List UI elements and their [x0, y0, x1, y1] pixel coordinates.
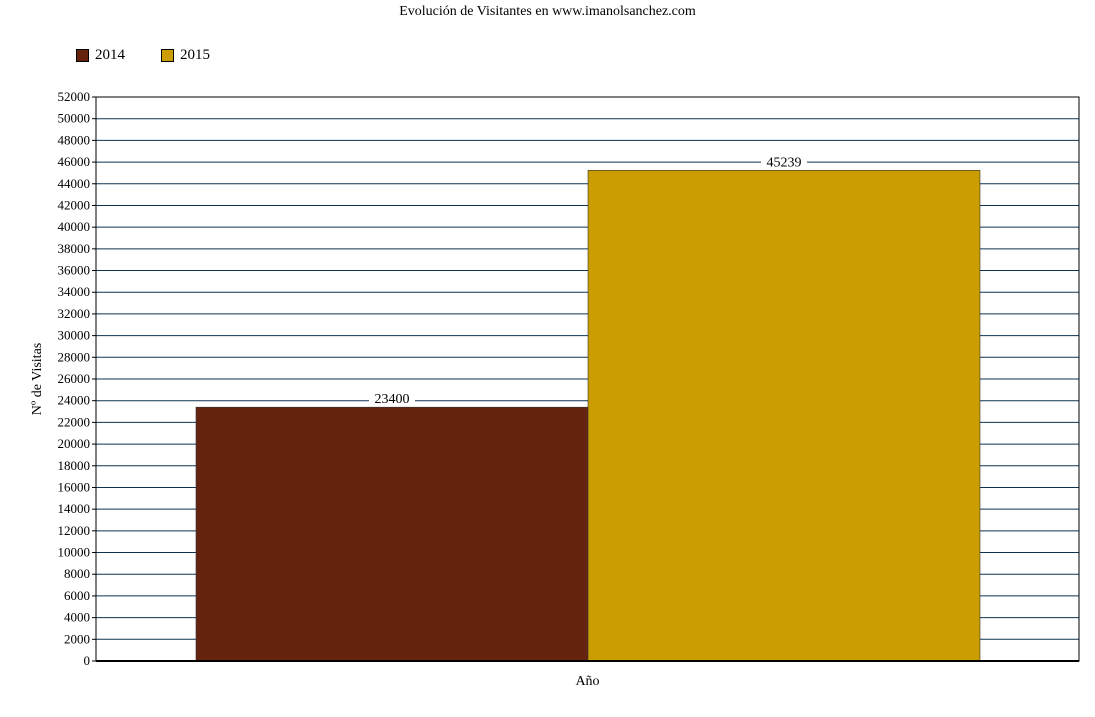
y-axis-label: Nº de Visitas — [30, 343, 45, 415]
y-tick-label: 44000 — [58, 176, 91, 191]
y-tick-label: 38000 — [58, 241, 91, 256]
y-tick-label: 48000 — [58, 132, 91, 147]
y-tick-label: 8000 — [64, 566, 90, 581]
y-tick-label: 4000 — [64, 610, 90, 625]
y-tick-label: 52000 — [58, 89, 91, 104]
y-tick-label: 2000 — [64, 631, 90, 646]
y-tick-label: 46000 — [58, 154, 91, 169]
y-tick-label: 26000 — [58, 371, 91, 386]
y-tick-label: 42000 — [58, 197, 91, 212]
y-tick-label: 14000 — [58, 501, 91, 516]
y-tick-label: 12000 — [58, 523, 91, 538]
bar-2015 — [587, 170, 981, 662]
bar-2014 — [195, 406, 589, 662]
y-tick-label: 10000 — [58, 545, 91, 560]
y-tick-label: 50000 — [58, 111, 91, 126]
data-label-2014: 23400 — [375, 392, 410, 407]
y-tick-label: 30000 — [58, 328, 91, 343]
y-tick-label: 40000 — [58, 219, 91, 234]
y-tick-label: 32000 — [58, 306, 91, 321]
y-tick-label: 24000 — [58, 393, 91, 408]
x-axis-label: Año — [575, 674, 599, 689]
data-label-2015: 45239 — [767, 155, 802, 170]
y-tick-label: 20000 — [58, 436, 91, 451]
y-tick-label: 28000 — [58, 349, 91, 364]
y-tick-label: 6000 — [64, 588, 90, 603]
y-tick-label: 34000 — [58, 284, 91, 299]
y-tick-label: 22000 — [58, 414, 91, 429]
y-tick-label: 18000 — [58, 458, 91, 473]
y-tick-label: 0 — [84, 653, 91, 668]
bar-chart: 0 2000 4000 6000 8000 10000 12000 14000 16000 180… — [30, 89, 1080, 689]
y-tick-label: 16000 — [58, 479, 91, 494]
y-tick-label: 36000 — [58, 263, 91, 278]
